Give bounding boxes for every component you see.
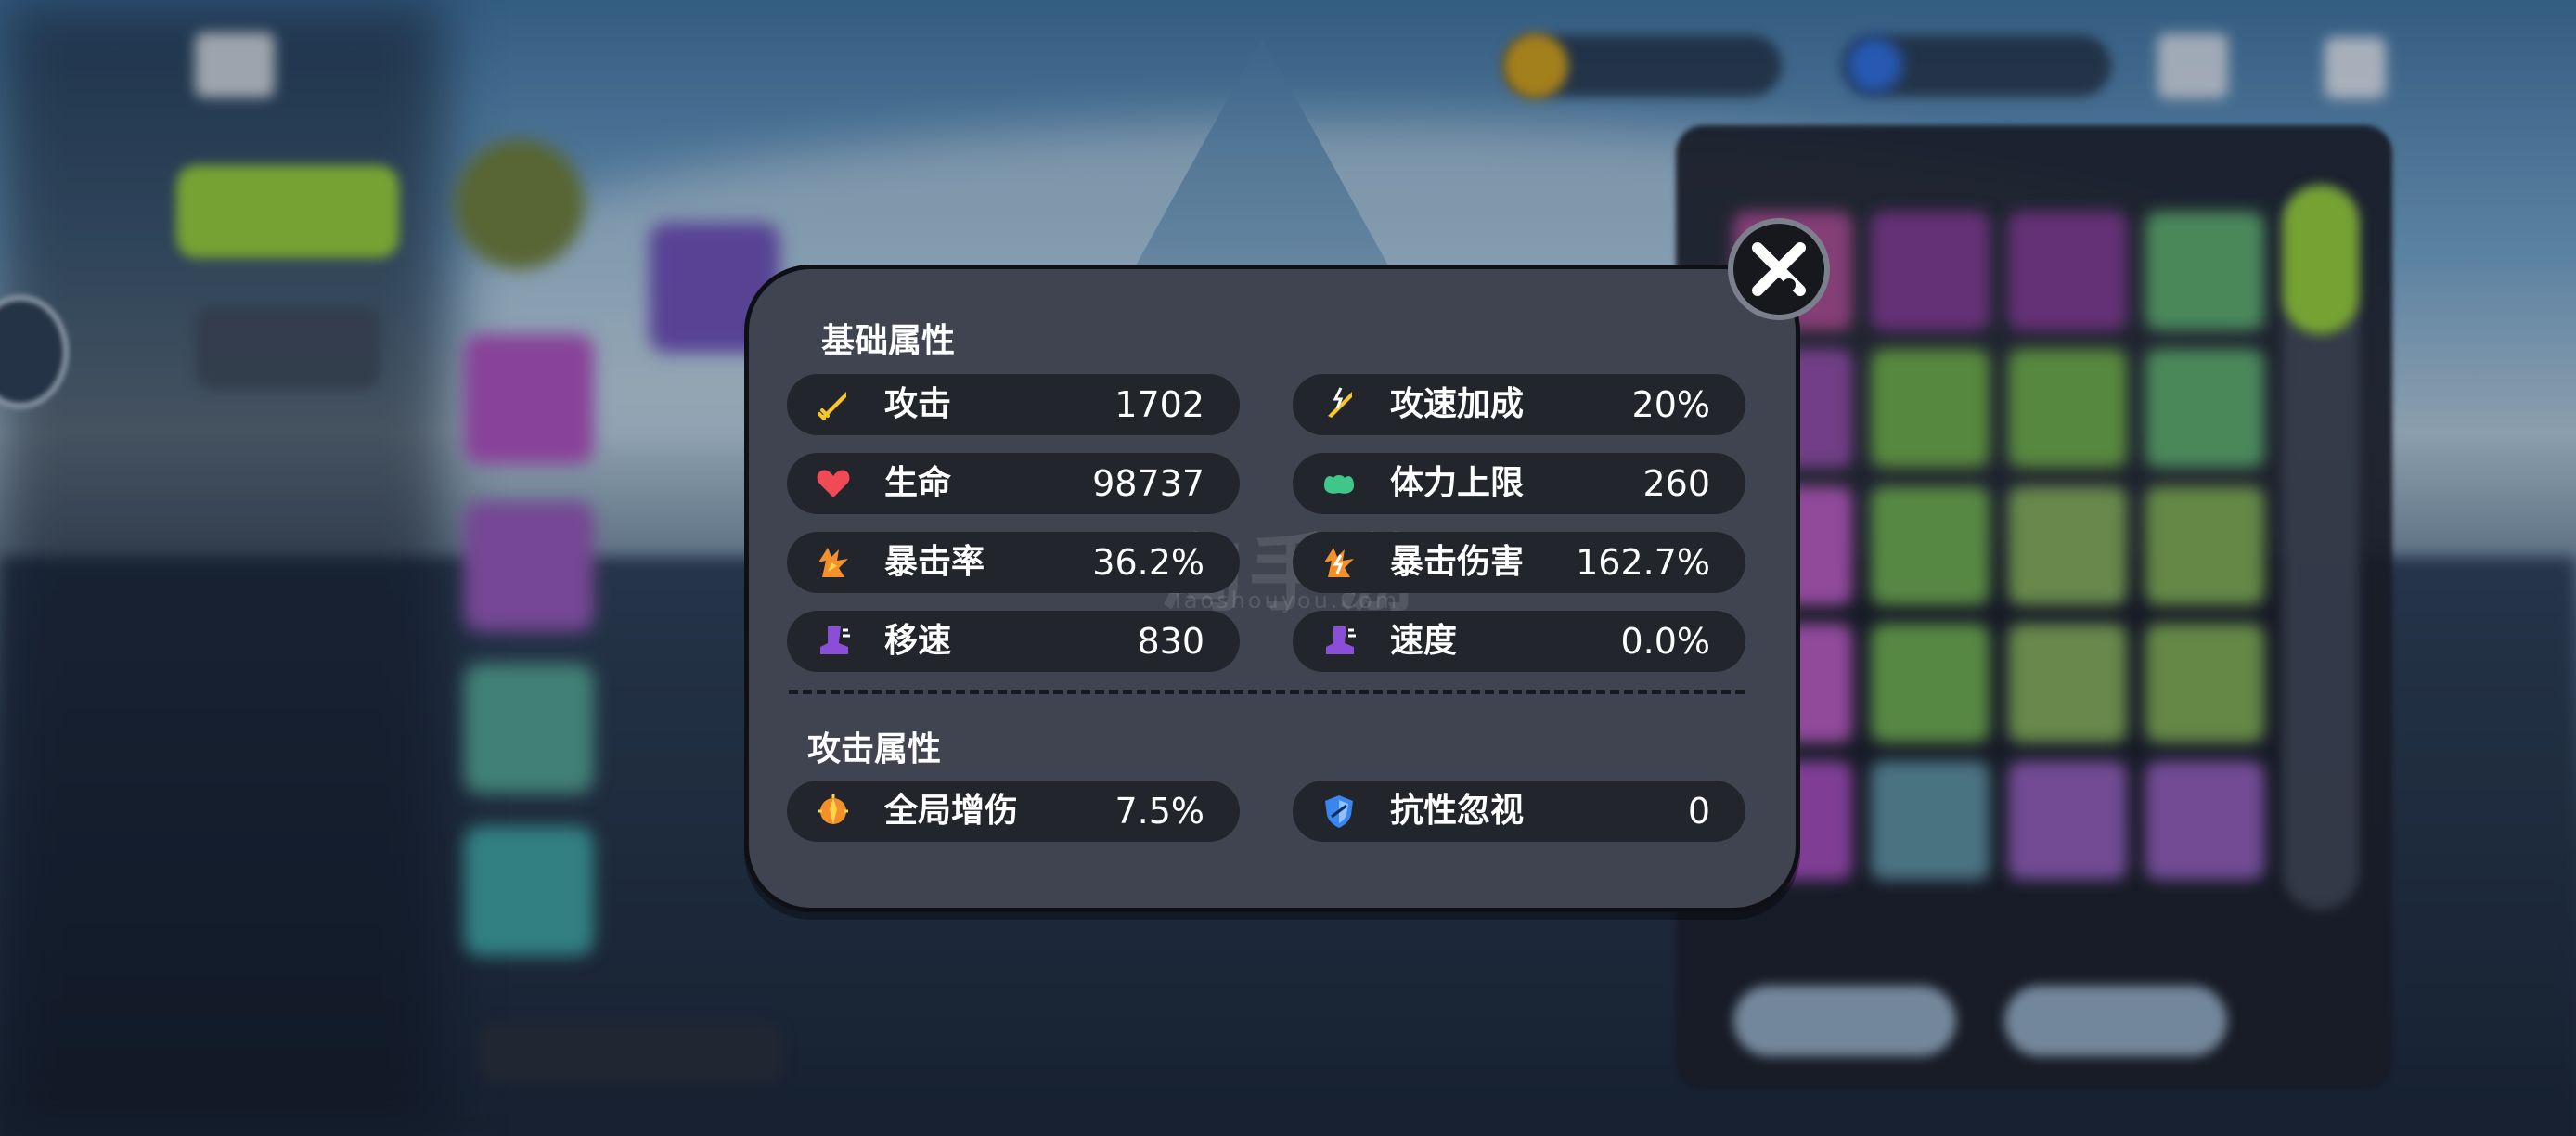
stat-crit-rate: 暴击率 36.2% xyxy=(787,532,1240,593)
heart-icon xyxy=(817,470,850,497)
stat-value: 0.0% xyxy=(1620,621,1710,662)
boot-icon xyxy=(820,626,850,654)
stat-global-damage: 全局增伤 7.5% xyxy=(787,781,1240,842)
burst-icon xyxy=(818,548,848,577)
stat-value: 830 xyxy=(1137,621,1204,662)
stat-stamina-cap: 体力上限 260 xyxy=(1293,453,1745,514)
stat-attack-speed: 攻速加成 20% xyxy=(1293,374,1745,435)
stat-health: 生命 98737 xyxy=(787,453,1240,514)
stat-label: 移速 xyxy=(884,622,952,660)
sword-icon xyxy=(818,392,846,420)
stat-label: 攻击 xyxy=(884,385,952,423)
section-divider xyxy=(789,690,1745,694)
stat-value: 0 xyxy=(1687,791,1710,832)
stat-label: 体力上限 xyxy=(1390,464,1525,502)
basic-attributes-title: 基础属性 xyxy=(821,322,956,360)
stat-label: 全局增伤 xyxy=(884,792,1019,830)
burst-lightning-icon xyxy=(1324,548,1354,577)
stat-label: 攻速加成 xyxy=(1390,385,1525,423)
stat-label: 暴击伤害 xyxy=(1390,543,1525,581)
stat-label: 生命 xyxy=(884,464,952,502)
shield-icon xyxy=(1325,795,1353,828)
sword-lightning-icon xyxy=(1328,387,1352,418)
close-button[interactable] xyxy=(1728,218,1830,320)
stat-value: 20% xyxy=(1631,384,1710,425)
stat-crit-damage: 暴击伤害 162.7% xyxy=(1293,532,1745,593)
stat-speed: 速度 0.0% xyxy=(1293,611,1745,672)
muscle-icon xyxy=(1324,475,1354,494)
stat-resist-ignore: 抗性忽视 0 xyxy=(1293,781,1745,842)
stat-value: 36.2% xyxy=(1092,542,1204,583)
stat-attack: 攻击 1702 xyxy=(787,374,1240,435)
boot-icon xyxy=(1326,626,1356,654)
stat-label: 抗性忽视 xyxy=(1390,792,1525,830)
damage-boost-icon xyxy=(818,794,848,824)
stat-move-speed: 移速 830 xyxy=(787,611,1240,672)
stat-value: 1702 xyxy=(1114,384,1204,425)
stat-value: 98737 xyxy=(1092,463,1204,504)
stat-label: 暴击率 xyxy=(884,543,985,581)
stat-label: 速度 xyxy=(1390,622,1458,660)
attack-attributes-title: 攻击属性 xyxy=(807,730,942,768)
stat-value: 7.5% xyxy=(1114,791,1204,832)
close-icon xyxy=(1752,242,1806,296)
stat-value: 260 xyxy=(1642,463,1710,504)
stat-value: 162.7% xyxy=(1576,542,1710,583)
